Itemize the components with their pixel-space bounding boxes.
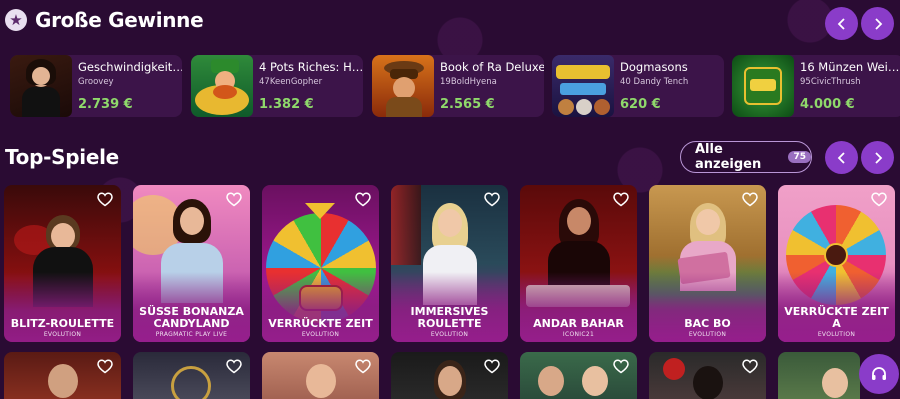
game-title: SÜSSE BONANZA CANDYLAND [139, 305, 244, 330]
top-games-prev-button[interactable] [825, 141, 858, 174]
win-user: 40 Dandy Tench [620, 77, 689, 87]
heart-icon[interactable] [226, 359, 242, 374]
win-card[interactable]: Geschwindigkeit Blackjack Groovey 2.739 … [10, 55, 182, 117]
game-provider: EVOLUTION [817, 331, 856, 338]
win-thumbnail [372, 55, 434, 117]
heart-icon[interactable] [742, 192, 758, 207]
chevron-left-icon [837, 151, 845, 164]
see-all-button[interactable]: Alle anzeigen 75 [680, 141, 812, 173]
win-user: Groovey [78, 77, 114, 87]
chevron-left-icon [837, 17, 845, 30]
help-button[interactable] [859, 354, 899, 394]
win-thumbnail [552, 55, 614, 117]
game-tile[interactable]: SÜSSE BONANZA CANDYLAND PRAGMATIC PLAY L… [133, 185, 250, 342]
game-title: BAC BO [684, 317, 731, 330]
game-provider: EVOLUTION [43, 331, 82, 338]
headset-icon [872, 367, 886, 380]
heart-icon[interactable] [226, 192, 242, 207]
game-provider: EVOLUTION [430, 331, 469, 338]
top-games-list-row2 [4, 352, 900, 399]
star-icon: ★ [5, 9, 27, 31]
game-provider: EVOLUTION [301, 331, 340, 338]
game-tile[interactable]: ANDAR BAHAR ICONIC21 [520, 185, 637, 342]
game-title: VERRÜCKTE ZEIT [268, 317, 373, 330]
game-tile[interactable] [4, 352, 121, 399]
win-game-name: Geschwindigkeit Blackjack [78, 60, 182, 74]
top-games-title: Top-Spiele [5, 145, 119, 169]
win-user: 19BoldHyena [440, 77, 497, 87]
win-amount: 1.382 € [259, 97, 314, 112]
big-wins-list: Geschwindigkeit Blackjack Groovey 2.739 … [10, 55, 900, 117]
win-thumbnail [10, 55, 72, 117]
game-tile[interactable] [133, 352, 250, 399]
game-tile[interactable] [520, 352, 637, 399]
heart-icon[interactable] [613, 192, 629, 207]
heart-icon[interactable] [97, 359, 113, 374]
game-tile[interactable] [391, 352, 508, 399]
win-game-name: 16 Münzen Weihnachtsausgabe [800, 60, 900, 74]
win-user: 95CivicThrush [800, 77, 861, 87]
heart-icon[interactable] [871, 192, 887, 207]
game-tile[interactable]: BLITZ-ROULETTE EVOLUTION [4, 185, 121, 342]
top-games-next-button[interactable] [861, 141, 894, 174]
win-amount: 2.565 € [440, 97, 495, 112]
win-amount: 620 € [620, 97, 661, 112]
win-card[interactable]: 16 Münzen Weihnachtsausgabe 95CivicThrus… [732, 55, 900, 117]
game-tile[interactable]: VERRÜCKTE ZEIT EVOLUTION [262, 185, 379, 342]
heart-icon[interactable] [613, 359, 629, 374]
game-tile[interactable] [649, 352, 766, 399]
game-tile[interactable]: BAC BO EVOLUTION [649, 185, 766, 342]
win-thumbnail [191, 55, 253, 117]
top-games-list: BLITZ-ROULETTE EVOLUTION SÜSSE BONANZA C… [4, 185, 900, 345]
win-game-name: 4 Pots Riches: Hold and Win [259, 60, 363, 74]
game-tile[interactable]: VERRÜCKTE ZEIT A EVOLUTION [778, 185, 895, 342]
big-wins-next-button[interactable] [861, 7, 894, 40]
heart-icon[interactable] [355, 192, 371, 207]
game-title: ANDAR BAHAR [533, 317, 624, 330]
heart-icon[interactable] [355, 359, 371, 374]
games-count-badge: 75 [788, 151, 811, 163]
win-user: 47KeenGopher [259, 77, 323, 87]
win-card[interactable]: 4 Pots Riches: Hold and Win 47KeenGopher… [191, 55, 363, 117]
game-title: VERRÜCKTE ZEIT A [784, 305, 889, 330]
game-tile[interactable] [778, 352, 860, 399]
game-provider: EVOLUTION [688, 331, 727, 338]
game-provider: PRAGMATIC PLAY LIVE [155, 331, 228, 338]
win-card[interactable]: Dogmasons 40 Dandy Tench 620 € [552, 55, 724, 117]
win-amount: 4.000 € [800, 97, 855, 112]
win-game-name: Book of Ra Deluxe [440, 60, 544, 74]
top-games-header: Top-Spiele [5, 145, 119, 169]
heart-icon[interactable] [97, 192, 113, 207]
game-provider: ICONIC21 [562, 331, 595, 338]
big-wins-prev-button[interactable] [825, 7, 858, 40]
chevron-right-icon [874, 151, 882, 164]
game-title: IMMERSIVES ROULETTE [410, 305, 489, 330]
win-amount: 2.739 € [78, 97, 133, 112]
chevron-right-icon [874, 17, 882, 30]
win-game-name: Dogmasons [620, 60, 688, 74]
win-thumbnail [732, 55, 794, 117]
heart-icon[interactable] [742, 359, 758, 374]
big-wins-title: Große Gewinne [35, 8, 204, 32]
game-tile[interactable] [262, 352, 379, 399]
see-all-label: Alle anzeigen [695, 142, 762, 172]
heart-icon[interactable] [484, 359, 500, 374]
game-title: BLITZ-ROULETTE [10, 317, 115, 330]
game-tile[interactable]: IMMERSIVES ROULETTE EVOLUTION [391, 185, 508, 342]
heart-icon[interactable] [484, 192, 500, 207]
big-wins-header: ★ Große Gewinne [5, 8, 204, 32]
win-card[interactable]: Book of Ra Deluxe 19BoldHyena 2.565 € [372, 55, 544, 117]
